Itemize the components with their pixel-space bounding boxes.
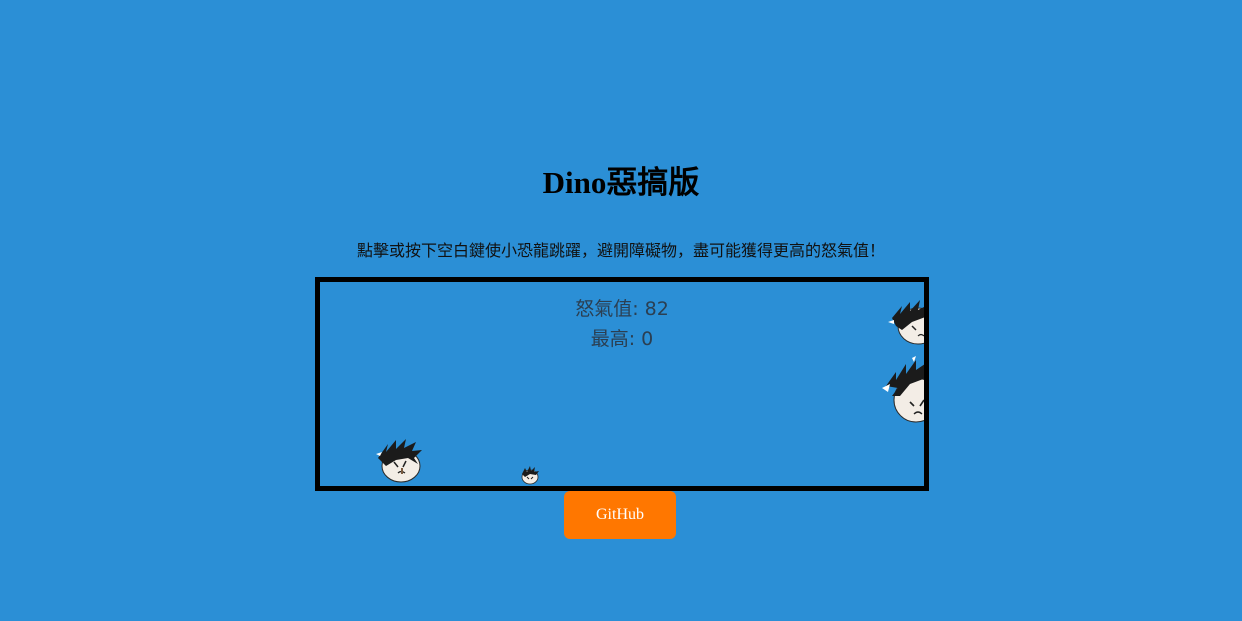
obstacle-large-icon (882, 356, 924, 423)
github-button[interactable]: GitHub (564, 491, 676, 539)
high-score-display: 最高: 0 (590, 328, 654, 350)
score-display: 怒氣值: 82 (575, 298, 669, 320)
player-dino-icon (376, 439, 422, 483)
game-instructions: 點擊或按下空白鍵使小恐龍跳躍，避開障礙物，盡可能獲得更高的怒氣值！ (356, 241, 885, 260)
obstacle-small-icon (521, 466, 539, 485)
game-canvas[interactable]: 怒氣值: 82 最高: 0 (315, 277, 929, 491)
page-title: Dino惡搞版 (542, 165, 700, 200)
obstacle-top-icon (888, 300, 924, 345)
